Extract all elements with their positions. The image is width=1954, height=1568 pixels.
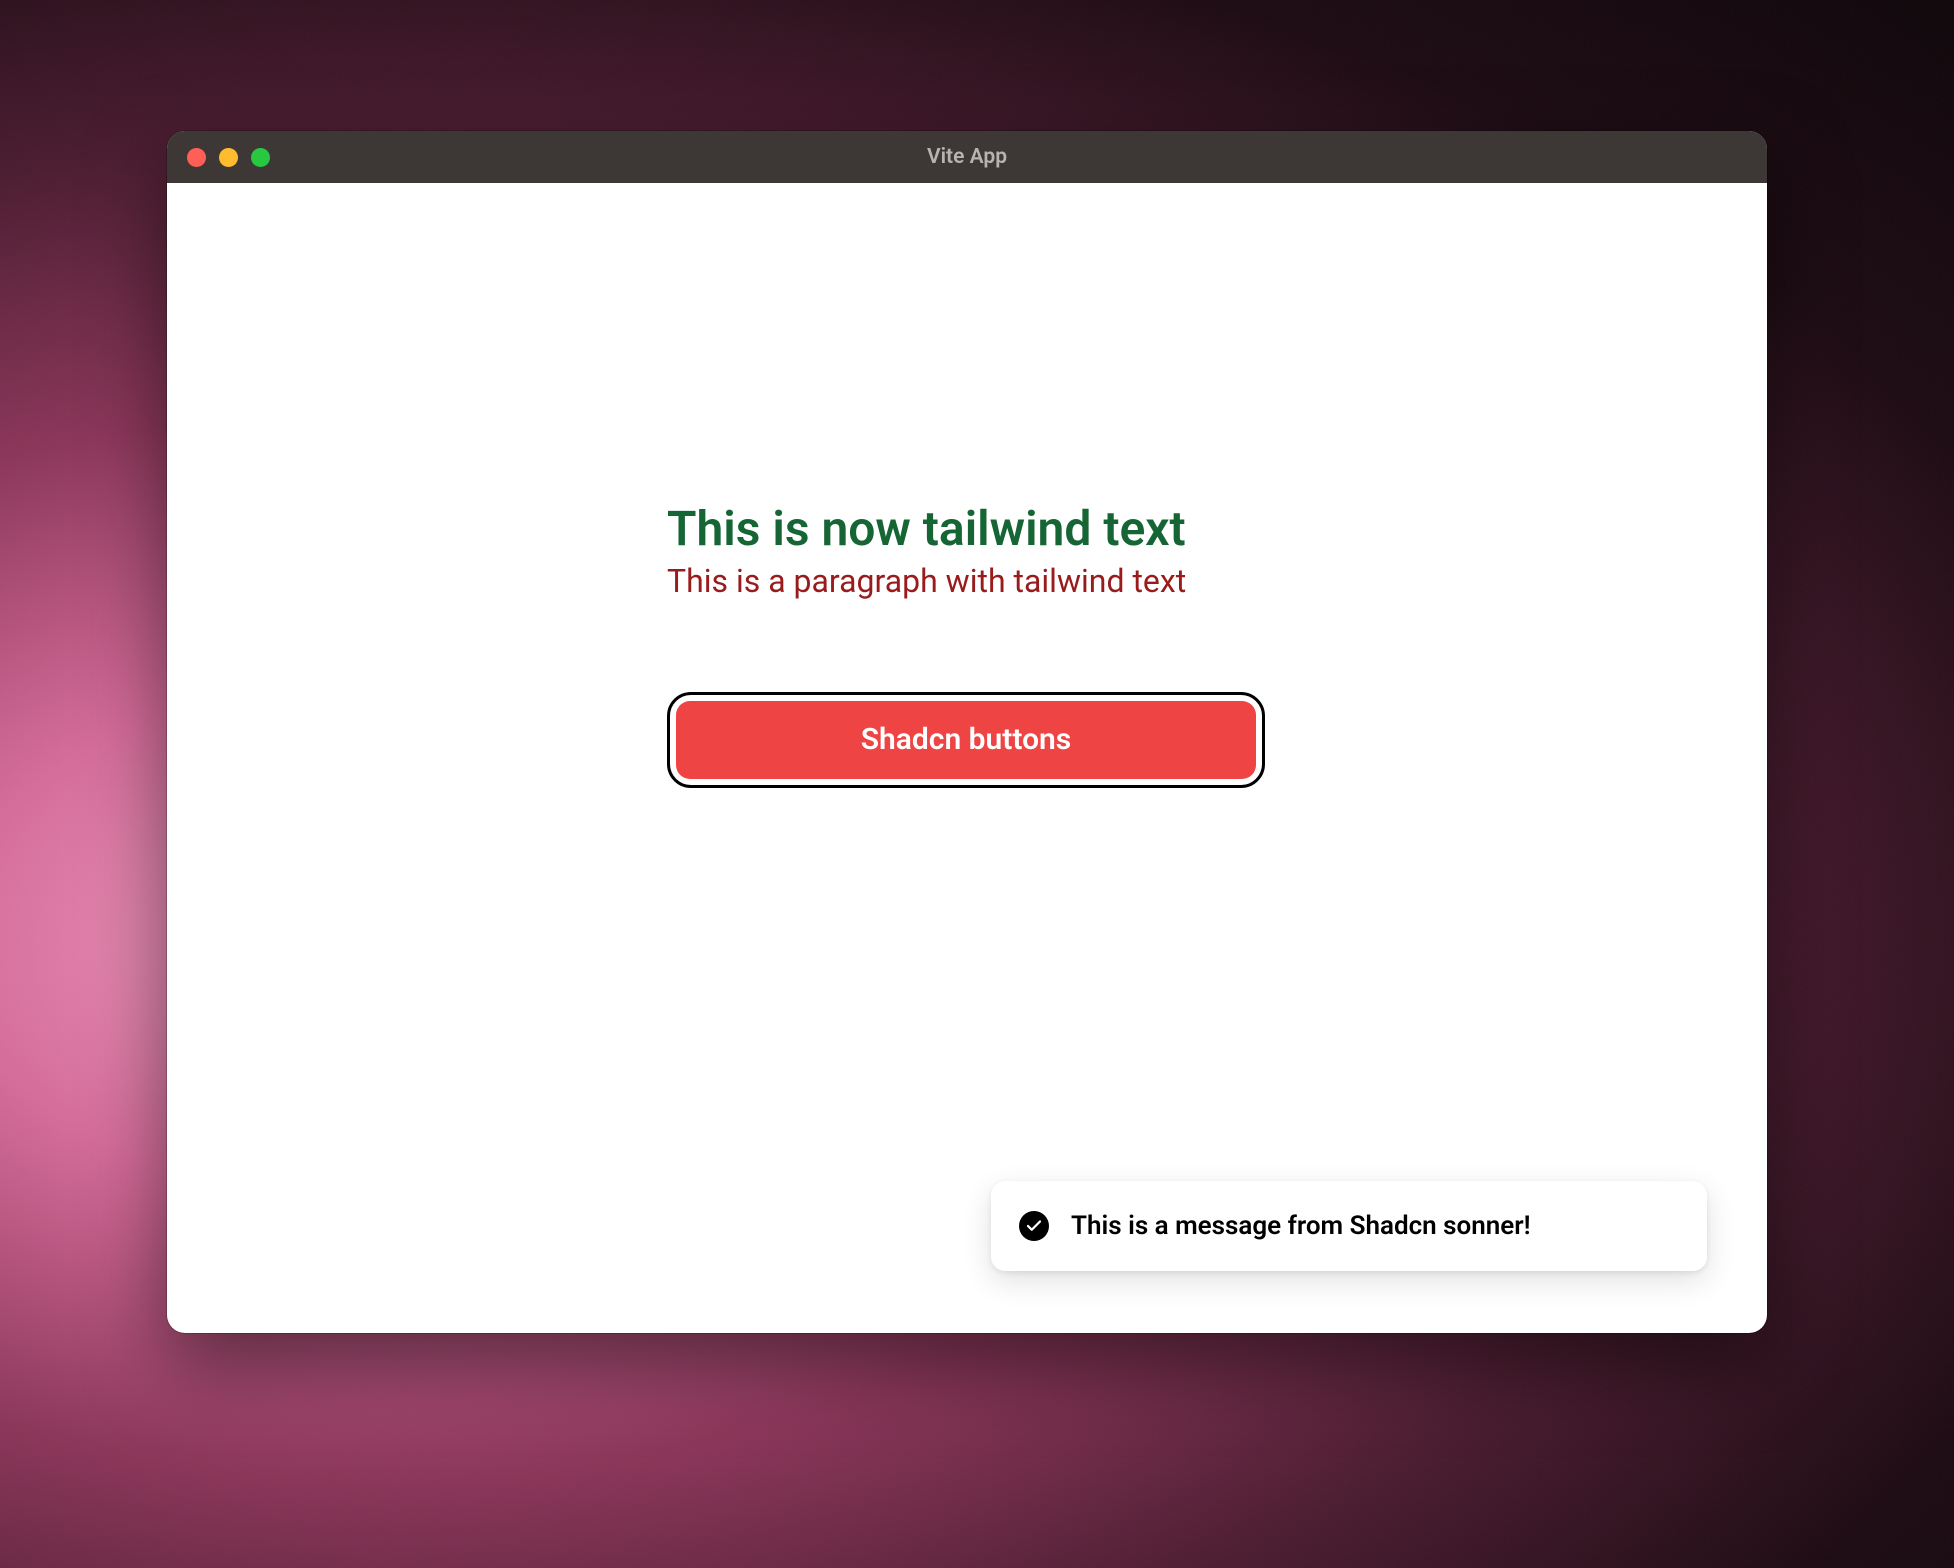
window-title: Vite App (167, 145, 1767, 169)
shadcn-button-label: Shadcn buttons (676, 701, 1256, 779)
app-window: Vite App This is now tailwind text This … (167, 131, 1767, 1333)
check-circle-icon (1019, 1211, 1049, 1241)
app-content: This is now tailwind text This is a para… (167, 183, 1767, 1333)
shadcn-button[interactable]: Shadcn buttons (667, 692, 1265, 788)
page-heading: This is now tailwind text (667, 503, 1767, 556)
toast-message: This is a message from Shadcn sonner! (1071, 1211, 1531, 1241)
traffic-lights (167, 148, 270, 167)
window-titlebar: Vite App (167, 131, 1767, 183)
close-window-button[interactable] (187, 148, 206, 167)
toast-notification[interactable]: This is a message from Shadcn sonner! (991, 1181, 1707, 1271)
maximize-window-button[interactable] (251, 148, 270, 167)
page-paragraph: This is a paragraph with tailwind text (667, 562, 1767, 600)
minimize-window-button[interactable] (219, 148, 238, 167)
